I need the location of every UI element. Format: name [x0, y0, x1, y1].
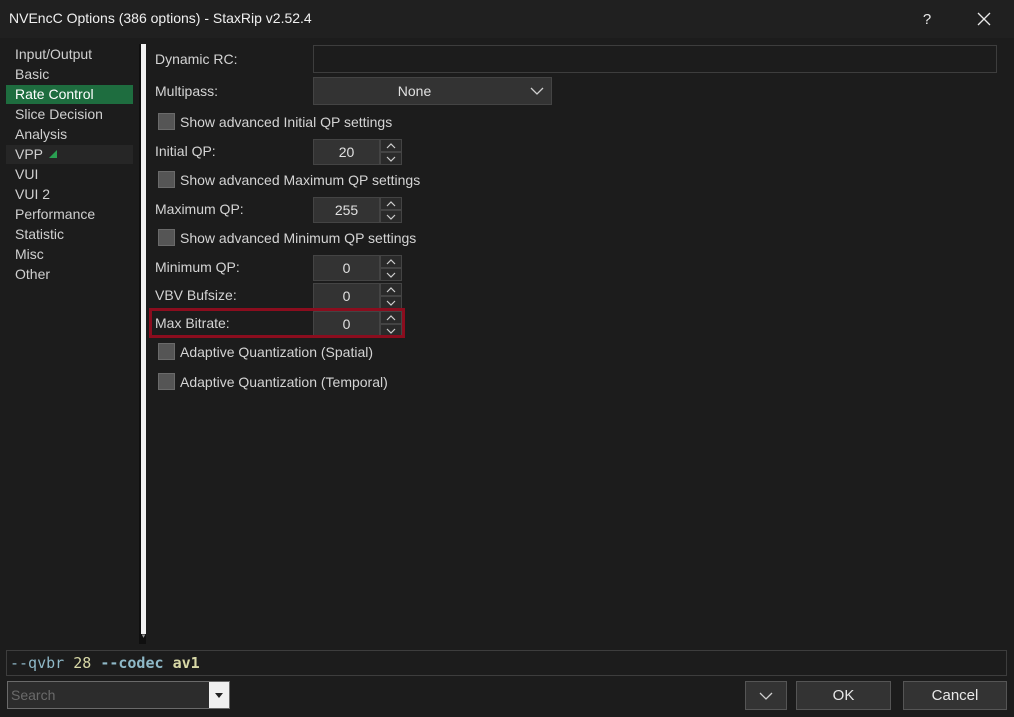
- search-input[interactable]: [8, 682, 208, 708]
- nav-item-label: VUI 2: [15, 186, 51, 202]
- chevron-down-icon: [386, 272, 396, 278]
- search-dropdown-button[interactable]: [209, 682, 229, 708]
- nav-item-other[interactable]: Other: [6, 265, 133, 284]
- maximum-qp-value[interactable]: 255: [313, 197, 380, 223]
- checkbox-box[interactable]: [158, 113, 175, 130]
- checkbox-label: Adaptive Quantization (Spatial): [180, 343, 373, 360]
- checkbox-box[interactable]: [158, 229, 175, 246]
- dynamic-rc-label: Dynamic RC:: [155, 51, 238, 67]
- cancel-button[interactable]: Cancel: [903, 681, 1007, 710]
- scrollbar-thumb[interactable]: [141, 44, 146, 634]
- checkbox-box[interactable]: [158, 343, 175, 360]
- search-combo[interactable]: [7, 681, 230, 709]
- spin-up-button[interactable]: [380, 283, 402, 296]
- nav-item-label: Other: [15, 266, 51, 282]
- chevron-down-icon: [386, 156, 396, 162]
- aq-spatial-checkbox[interactable]: Adaptive Quantization (Spatial): [158, 343, 373, 360]
- multipass-dropdown[interactable]: None: [313, 77, 552, 105]
- chevron-down-icon: [386, 214, 396, 220]
- nav-item-analysis[interactable]: Analysis: [6, 125, 133, 144]
- nav-item-vui[interactable]: VUI: [6, 165, 133, 184]
- nav-item-label: Misc: [15, 246, 44, 262]
- checkbox-box[interactable]: [158, 373, 175, 390]
- minimum-qp-value[interactable]: 0: [313, 255, 380, 281]
- max-bitrate-highlight: [149, 308, 405, 338]
- vbv-bufsize-label: VBV Bufsize:: [155, 287, 237, 303]
- window-title: NVEncC Options (386 options) - StaxRip v…: [9, 10, 312, 26]
- chevron-up-icon: [386, 142, 396, 148]
- spin-down-button[interactable]: [380, 152, 402, 165]
- nav-item-label: Statistic: [15, 226, 65, 242]
- close-icon: [977, 12, 991, 26]
- chevron-up-icon: [386, 200, 396, 206]
- cmd-value: av1: [172, 654, 200, 672]
- scroll-down-arrow-icon[interactable]: ▾: [141, 633, 146, 641]
- spin-up-button[interactable]: [380, 197, 402, 210]
- show-adv-initial-qp-checkbox[interactable]: Show advanced Initial QP settings: [158, 113, 392, 130]
- spin-up-button[interactable]: [380, 255, 402, 268]
- chevron-up-icon: [386, 286, 396, 292]
- nav-item-label: VUI: [15, 166, 39, 182]
- maximum-qp-stepper[interactable]: 255: [313, 197, 403, 223]
- chevron-down-icon: [530, 87, 544, 95]
- nav-item-misc[interactable]: Misc: [6, 245, 133, 264]
- nav-item-label: Performance: [15, 206, 96, 222]
- chevron-up-icon: [386, 258, 396, 264]
- checkbox-label: Show advanced Initial QP settings: [180, 113, 393, 130]
- nav-item-label: Rate Control: [15, 86, 94, 102]
- nav-item-label: Basic: [15, 66, 50, 82]
- initial-qp-stepper[interactable]: 20: [313, 139, 403, 165]
- command-line-preview[interactable]: --qvbr 28 --codec av1: [6, 650, 1007, 676]
- nav-item-rate-control[interactable]: Rate Control: [6, 85, 133, 104]
- category-list: Input/Output Basic Rate Control Slice De…: [6, 44, 133, 644]
- title-bar: NVEncC Options (386 options) - StaxRip v…: [0, 0, 1014, 38]
- help-button[interactable]: ?: [906, 0, 948, 38]
- vbv-bufsize-value[interactable]: 0: [313, 283, 380, 309]
- nav-item-performance[interactable]: Performance: [6, 205, 133, 224]
- nav-item-basic[interactable]: Basic: [6, 65, 133, 84]
- menu-button[interactable]: [745, 681, 787, 710]
- cmd-param: --codec: [100, 654, 164, 672]
- maximum-qp-label: Maximum QP:: [155, 201, 244, 217]
- chevron-down-icon: [386, 300, 396, 306]
- multipass-value: None: [397, 83, 432, 99]
- cmd-value: 28: [73, 654, 92, 672]
- nav-item-label: Slice Decision: [15, 106, 103, 122]
- show-adv-min-qp-checkbox[interactable]: Show advanced Minimum QP settings: [158, 229, 416, 246]
- nav-item-vui-2[interactable]: VUI 2: [6, 185, 133, 204]
- nav-item-slice-decision[interactable]: Slice Decision: [6, 105, 133, 124]
- minimum-qp-stepper[interactable]: 0: [313, 255, 403, 281]
- checkbox-label: Show advanced Maximum QP settings: [180, 171, 421, 188]
- show-adv-max-qp-checkbox[interactable]: Show advanced Maximum QP settings: [158, 171, 420, 188]
- minimum-qp-label: Minimum QP:: [155, 259, 240, 275]
- checkbox-label: Show advanced Minimum QP settings: [180, 229, 417, 246]
- nav-item-label: Analysis: [15, 126, 68, 142]
- options-window: NVEncC Options (386 options) - StaxRip v…: [0, 0, 1014, 717]
- dynamic-rc-input[interactable]: [313, 45, 997, 73]
- nav-item-input-output[interactable]: Input/Output: [6, 45, 133, 64]
- close-button[interactable]: [960, 0, 1008, 38]
- nav-item-label: Input/Output: [15, 46, 93, 62]
- checkbox-box[interactable]: [158, 171, 175, 188]
- multipass-label: Multipass:: [155, 83, 219, 99]
- initial-qp-label: Initial QP:: [155, 143, 216, 159]
- spin-up-button[interactable]: [380, 139, 402, 152]
- cmd-param: --qvbr: [10, 654, 65, 672]
- spin-down-button[interactable]: [380, 210, 402, 223]
- expand-triangle-icon[interactable]: [49, 150, 58, 158]
- caret-down-icon: [215, 692, 223, 698]
- nav-item-vpp[interactable]: VPP: [6, 145, 133, 164]
- chevron-down-icon: [759, 692, 773, 700]
- initial-qp-value[interactable]: 20: [313, 139, 380, 165]
- aq-temporal-checkbox[interactable]: Adaptive Quantization (Temporal): [158, 373, 388, 390]
- ok-button[interactable]: OK: [796, 681, 891, 710]
- spin-down-button[interactable]: [380, 268, 402, 281]
- nav-item-label: VPP: [15, 146, 44, 162]
- nav-item-statistic[interactable]: Statistic: [6, 225, 133, 244]
- vbv-bufsize-stepper[interactable]: 0: [313, 283, 403, 309]
- checkbox-label: Adaptive Quantization (Temporal): [180, 373, 388, 390]
